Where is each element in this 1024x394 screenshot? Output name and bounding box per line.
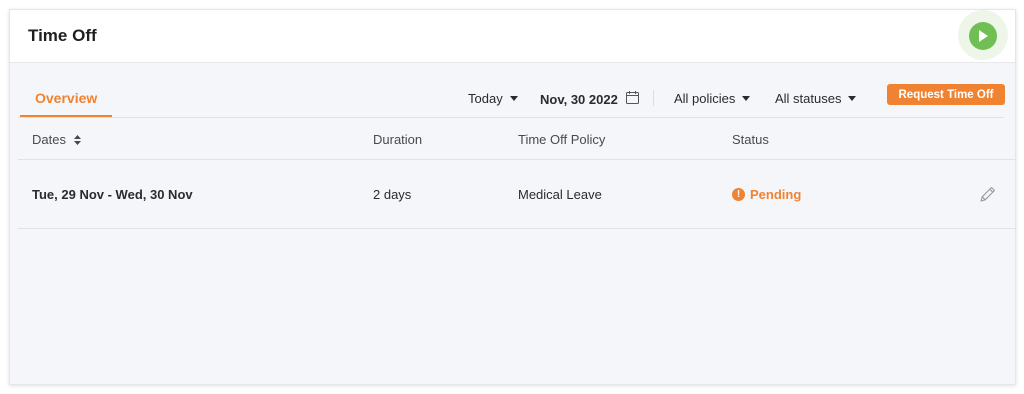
column-header-dates[interactable]: Dates xyxy=(32,132,81,148)
range-filter[interactable]: Today xyxy=(468,91,518,106)
date-picker[interactable]: Nov, 30 2022 xyxy=(540,91,639,107)
tab-overview[interactable]: Overview xyxy=(35,90,97,106)
column-header-duration: Duration xyxy=(373,132,423,147)
column-header-label: Dates xyxy=(32,132,66,147)
tabs-divider xyxy=(18,117,1004,118)
row-policy: Medical Leave xyxy=(518,187,602,202)
row-duration: 2 days xyxy=(373,187,412,202)
chevron-down-icon xyxy=(848,96,857,101)
policies-filter[interactable]: All policies xyxy=(674,91,751,106)
sort-icon xyxy=(73,133,81,148)
page-header: Time Off xyxy=(10,10,1015,63)
filter-divider xyxy=(653,90,654,106)
date-picker-value: Nov, 30 2022 xyxy=(540,91,618,107)
row-dates: Tue, 29 Nov - Wed, 30 Nov xyxy=(32,187,193,202)
policies-filter-label: All policies xyxy=(674,91,736,106)
status-label: Pending xyxy=(750,187,802,202)
table-row-divider xyxy=(18,228,1016,229)
play-icon xyxy=(979,30,988,42)
column-header-status: Status xyxy=(732,132,769,147)
status-badge: ! Pending xyxy=(732,187,801,202)
time-off-card: Time Off Overview Today Nov, 30 2022 All… xyxy=(9,9,1016,385)
chevron-down-icon xyxy=(742,96,751,101)
edit-pencil-icon[interactable] xyxy=(978,184,998,209)
statuses-filter[interactable]: All statuses xyxy=(775,91,857,106)
column-header-policy: Time Off Policy xyxy=(518,132,606,147)
alert-icon: ! xyxy=(732,188,745,201)
calendar-icon xyxy=(625,91,639,107)
range-filter-label: Today xyxy=(468,91,503,106)
chevron-down-icon xyxy=(509,96,518,101)
statuses-filter-label: All statuses xyxy=(775,91,842,106)
table-header-divider xyxy=(18,159,1016,160)
page-title: Time Off xyxy=(28,26,97,45)
request-time-off-button[interactable]: Request Time Off xyxy=(887,84,1005,105)
play-button[interactable] xyxy=(969,22,997,50)
